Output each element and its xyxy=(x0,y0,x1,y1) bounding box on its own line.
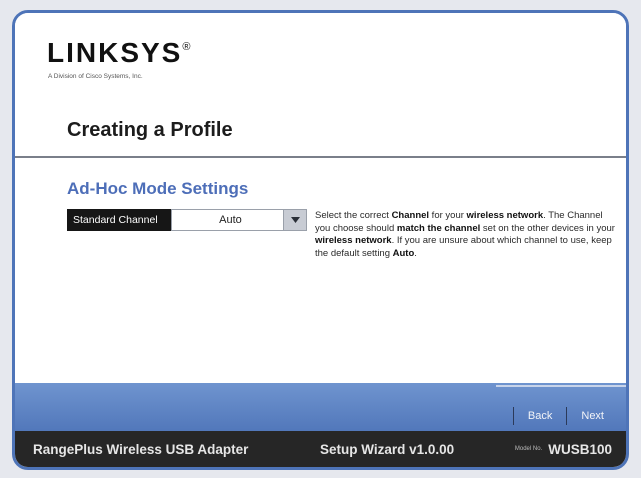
logo-text: LINKSYS xyxy=(47,37,183,68)
chevron-down-icon[interactable] xyxy=(283,210,306,230)
divider xyxy=(566,407,568,425)
channel-field: Standard Channel Auto xyxy=(67,209,307,231)
wizard-version: Setup Wizard v1.0.00 xyxy=(320,441,455,457)
channel-field-label: Standard Channel xyxy=(67,209,171,231)
model-label: Model No. xyxy=(514,446,543,452)
product-name: RangePlus Wireless USB Adapter xyxy=(33,441,249,457)
model-number: Model No. WUSB100 xyxy=(515,442,612,457)
page-title: Creating a Profile xyxy=(67,119,233,141)
linksys-logo: LINKSYS® xyxy=(47,37,192,69)
model-value: WUSB100 xyxy=(548,441,612,457)
footer-accent-line xyxy=(496,385,626,387)
section-title: Ad-Hoc Mode Settings xyxy=(67,179,249,198)
product-info-bar: RangePlus Wireless USB Adapter Setup Wiz… xyxy=(15,431,626,467)
logo-subtitle: A Division of Cisco Systems, Inc. xyxy=(48,73,143,80)
help-text: Select the correct Channel for your wire… xyxy=(315,210,615,259)
divider xyxy=(512,407,514,425)
channel-select[interactable]: Auto xyxy=(171,209,307,231)
registered-mark: ® xyxy=(182,41,193,53)
next-button[interactable]: Next xyxy=(581,410,604,422)
channel-select-value[interactable]: Auto xyxy=(172,210,283,230)
footer-nav-bar: Back Next xyxy=(15,383,626,437)
wizard-window: LINKSYS® A Division of Cisco Systems, In… xyxy=(12,10,629,470)
header: LINKSYS® A Division of Cisco Systems, In… xyxy=(15,13,626,158)
wizard-navigation: Back Next xyxy=(499,407,604,425)
header-divider xyxy=(15,156,626,158)
back-button[interactable]: Back xyxy=(528,410,552,422)
